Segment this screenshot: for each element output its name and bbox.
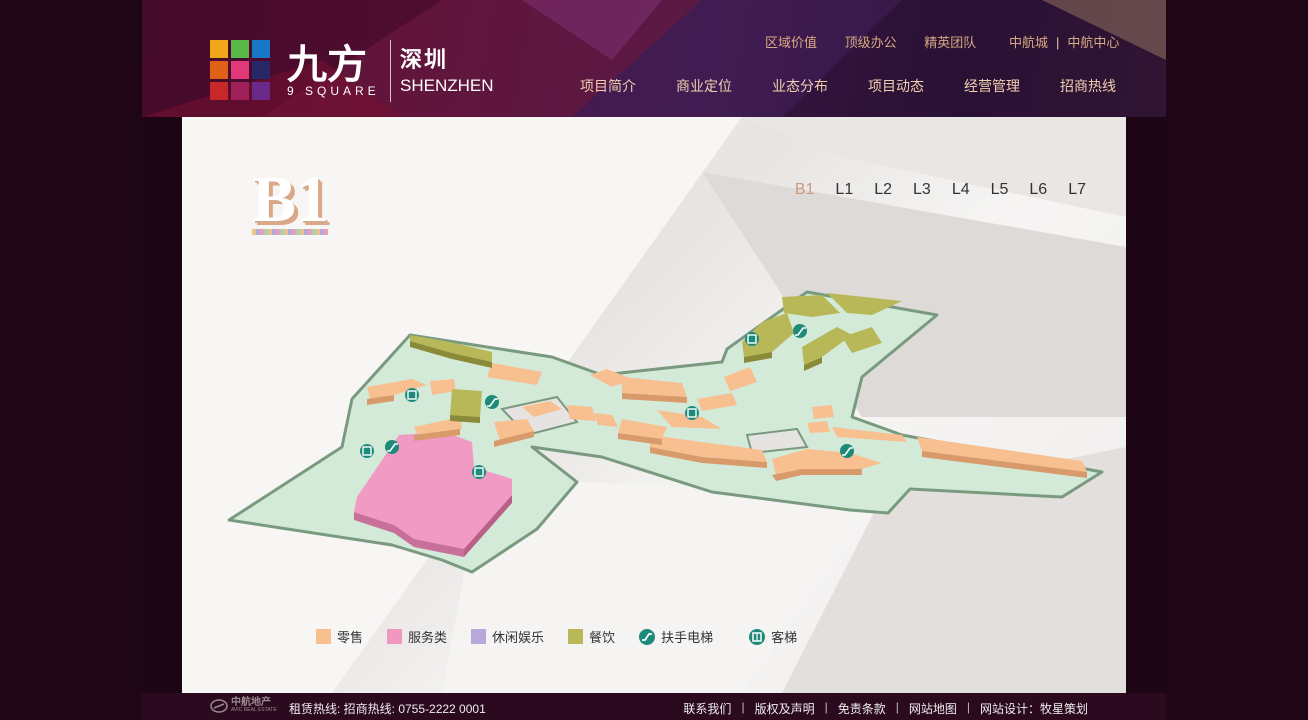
util-nav: 区域价值 顶级办公 精英团队 [765,32,976,51]
legend-item-elevator: 客梯 [749,627,797,646]
separator: | [966,700,970,714]
page-background-left [0,0,142,720]
main-nav: 项目简介 商业定位 业态分布 项目动态 经营管理 招商热线 [540,76,1116,96]
floor-map [227,290,1104,574]
nav-item-intro[interactable]: 项目简介 [580,76,636,96]
legend-label: 零售 [337,630,364,645]
map-legend: 零售 服务类 休闲娱乐 餐饮 扶手电梯 客梯 [316,627,821,646]
footer-link-sitemap[interactable]: 网站地图 [909,700,957,717]
elevator-icon [405,388,419,402]
legend-label: 服务类 [408,630,448,645]
brand-divider [390,40,391,102]
logo-tile [252,82,270,100]
page-background-right [1166,0,1308,720]
legend-label: 休闲娱乐 [492,630,545,645]
logo-tile [252,61,270,79]
logo-tile [231,61,249,79]
city-name-cn: 深圳 [400,47,449,72]
nav-item-leasing[interactable]: 招商热线 [1060,76,1116,96]
service-swatch [387,629,403,644]
separator: | [895,700,899,714]
logo-tile [252,40,270,58]
escalator-icon [840,444,854,458]
logo-tile [210,82,228,100]
footer-link-contact[interactable]: 联系我们 [683,700,731,717]
legend-label: 扶手电梯 [661,630,714,645]
legend-item-escalator: 扶手电梯 [639,627,713,646]
separator: | [741,700,745,714]
leasing-hotline: 租赁热线: 招商热线: 0755-2222 0001 [289,702,486,716]
floor-plan-panel: B1 B1 L1 L2 L3 L4 L5 L6 L7 零售 服务类 休闲娱乐 餐… [182,117,1126,693]
util-link-region[interactable]: 区域价值 [765,35,817,50]
elevator-icon [749,628,766,645]
legend-item-dining: 餐饮 [568,627,615,646]
group-link-avic-city[interactable]: 中航城 [1009,35,1048,50]
group-nav: 中航城 | 中航中心 [1009,32,1119,51]
footer-links: 联系我们 | 版权及声明 | 免责条款 | 网站地图 | 网站设计：牧星策划 [673,700,1088,717]
retail-swatch [316,629,331,644]
escalator-icon [485,395,499,409]
escalator-icon [639,628,656,645]
company-logo[interactable]: 中航地产 AVIC REAL ESTATE [210,698,277,713]
util-link-team[interactable]: 精英团队 [924,35,976,50]
site-footer: 中航地产 AVIC REAL ESTATE 租赁热线: 招商热线: 0755-2… [142,693,1166,720]
elevator-icon [472,465,486,479]
legend-item-service: 服务类 [387,627,447,646]
page-frame: 九方 9 SQUARE 深圳 SHENZHEN 区域价值 顶级办公 精英团队 中… [142,0,1166,720]
brand-name-en: 9 SQUARE [287,84,380,98]
svg-text:九方: 九方 [287,42,367,88]
avic-logo-icon [210,698,228,713]
company-logo-subtext: AVIC REAL ESTATE [231,707,277,713]
separator: | [1056,35,1060,50]
legend-item-leisure: 休闲娱乐 [471,627,544,646]
legend-item-retail: 零售 [316,627,363,646]
footer-link-copyright[interactable]: 版权及声明 [755,700,815,717]
nav-item-news[interactable]: 项目动态 [868,76,924,96]
logo-tile [231,82,249,100]
escalator-icon [385,440,399,454]
legend-label: 餐饮 [589,630,616,645]
nav-item-layout[interactable]: 业态分布 [772,76,828,96]
group-link-avic-center[interactable]: 中航中心 [1067,35,1119,50]
footer-link-design-credit[interactable]: 网站设计：牧星策划 [980,700,1088,717]
site-header: 九方 9 SQUARE 深圳 SHENZHEN 区域价值 顶级办公 精英团队 中… [142,0,1166,117]
legend-label: 客梯 [771,630,798,645]
nav-item-management[interactable]: 经营管理 [964,76,1020,96]
footer-link-disclaimer[interactable]: 免责条款 [838,700,886,717]
city-name-en: SHENZHEN [400,76,494,95]
leisure-swatch [471,629,487,644]
brand-logo[interactable] [210,40,270,100]
logo-tile [210,40,228,58]
elevator-icon [745,332,759,346]
elevator-icon [360,444,374,458]
logo-tile [231,40,249,58]
escalator-icon [793,324,807,338]
elevator-icon [685,406,699,420]
util-link-office[interactable]: 顶级办公 [845,35,897,50]
floor-slab [227,290,1104,574]
separator: | [824,700,828,714]
nav-item-positioning[interactable]: 商业定位 [676,76,732,96]
logo-tile [210,61,228,79]
dining-swatch [568,629,584,644]
